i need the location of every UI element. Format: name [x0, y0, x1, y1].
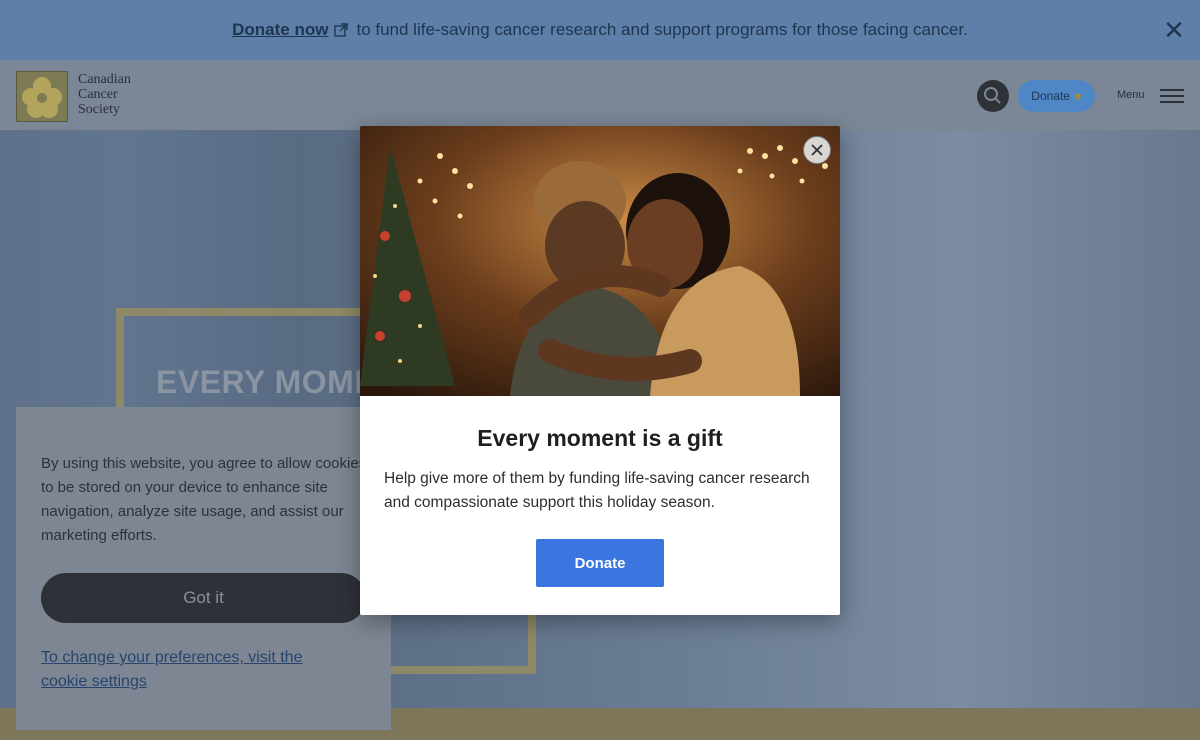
header-donate-label: Donate [1031, 89, 1070, 103]
cookie-consent-panel: By using this website, you agree to allo… [16, 407, 391, 730]
cookie-settings-link[interactable]: To change your preferences, visit the co… [41, 646, 341, 694]
hamburger-menu-icon[interactable] [1160, 88, 1184, 104]
external-link-icon [334, 23, 349, 37]
search-button[interactable] [977, 80, 1009, 112]
cookie-consent-text: By using this website, you agree to allo… [41, 455, 367, 544]
banner-close-icon[interactable]: ✕ [1160, 16, 1188, 44]
modal-body-text: Help give more of them by funding life-s… [384, 470, 810, 511]
logo-icon[interactable] [16, 71, 68, 122]
got-it-button[interactable]: Got it [41, 573, 366, 623]
site-header: Canadian Cancer Society Donate ♥ Menu [0, 60, 1200, 130]
banner-message: to fund life-saving cancer research and … [356, 20, 968, 39]
header-donate-button[interactable]: Donate ♥ [1018, 80, 1095, 112]
holiday-hug-photo [360, 126, 840, 396]
logo-line: Society [78, 102, 120, 117]
donation-modal: Every moment is a gift Help give more of… [360, 126, 840, 615]
modal-donate-button[interactable]: Donate [536, 539, 664, 587]
announcement-banner: Donate now to fund life-saving cancer re… [0, 0, 1200, 60]
modal-close-button[interactable] [803, 136, 831, 164]
banner-donate-link[interactable]: Donate now [232, 20, 328, 40]
logo-line: Cancer [78, 87, 118, 102]
close-icon [811, 144, 823, 156]
heart-icon: ♥ [1073, 88, 1082, 104]
menu-label[interactable]: Menu [1117, 89, 1145, 101]
logo-line: Canadian [78, 72, 131, 87]
modal-title: Every moment is a gift [477, 425, 723, 451]
logo-wordmark[interactable]: Canadian Cancer Society [78, 72, 158, 117]
search-icon [984, 87, 1001, 104]
